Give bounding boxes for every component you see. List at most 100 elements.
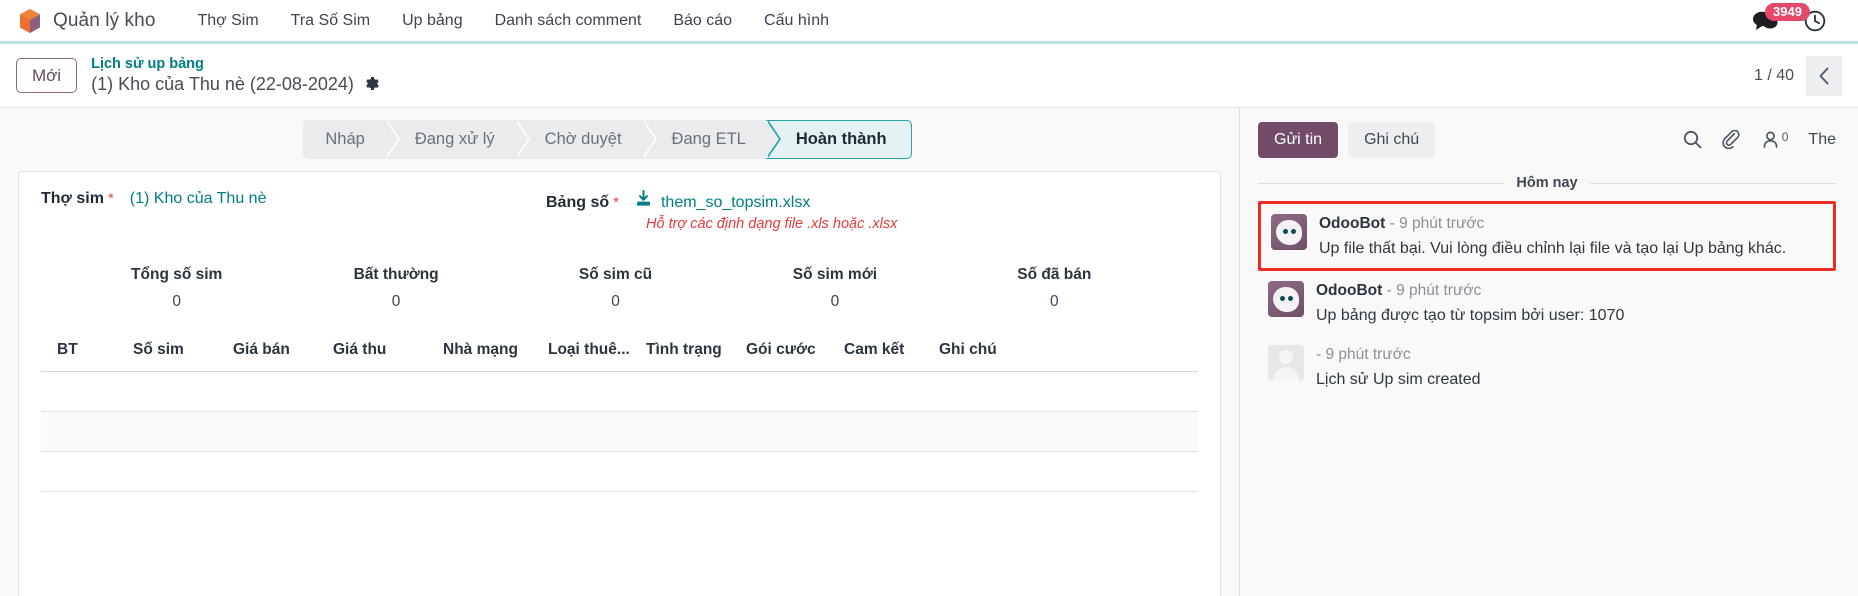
avatar	[1268, 345, 1304, 382]
message-thread: Hôm nay OdooBot - 9 phút trước Up file t…	[1240, 171, 1858, 596]
navbar-right-tools: 3949	[1752, 2, 1840, 32]
stat-so-da-ban: Số đã bán 0	[945, 266, 1164, 311]
col-loai-thue[interactable]: Loại thuê...	[548, 341, 646, 372]
message-timestamp: - 9 phút trước	[1389, 215, 1485, 232]
message-header: OdooBot - 9 phút trước	[1316, 281, 1828, 302]
search-icon[interactable]	[1683, 130, 1702, 149]
message-author: OdooBot	[1316, 282, 1383, 300]
new-record-button[interactable]: Mới	[16, 57, 78, 94]
breadcrumb-current-row: (1) Kho của Thu nè (22-08-2024)	[91, 73, 379, 96]
col-so-sim[interactable]: Số sim	[133, 341, 233, 372]
follow-button[interactable]: The	[1808, 131, 1836, 149]
statusbar: Nháp Đang xử lý Chờ duyệt Đang ETL Hoàn …	[303, 120, 912, 159]
content-area: Nháp Đang xử lý Chờ duyệt Đang ETL Hoàn …	[0, 108, 1858, 596]
field-bang-so: Bảng số * them_so_topsim.xlsx	[546, 190, 1198, 212]
stat-label: Số đã bán	[1017, 266, 1092, 283]
table-row[interactable]	[41, 451, 1198, 492]
separator-line-left	[1258, 182, 1505, 184]
message-body: OdooBot - 9 phút trước Up bảng được tạo …	[1316, 281, 1828, 327]
attachment-file-name[interactable]: them_so_topsim.xlsx	[661, 194, 810, 212]
message-header: OdooBot - 9 phút trước	[1319, 214, 1825, 235]
nav-links: Thợ Sim Tra Số Sim Up bảng Danh sách com…	[182, 12, 845, 30]
download-icon[interactable]	[635, 190, 652, 211]
followers-count: 0	[1781, 130, 1789, 144]
send-message-button[interactable]: Gửi tin	[1258, 121, 1339, 158]
col-cam-ket[interactable]: Cam kết	[844, 341, 939, 372]
col-ghi-chu[interactable]: Ghi chú	[939, 341, 1198, 372]
col-nha-mang[interactable]: Nhà mạng	[443, 341, 548, 372]
sim-list-table: BT Số sim Giá bán Giá thu Nhà mạng Loại …	[41, 341, 1198, 492]
stat-so-sim-moi: Số sim mới 0	[725, 266, 944, 311]
message-timestamp: - 9 phút trước	[1386, 282, 1482, 300]
messages-badge: 3949	[1765, 2, 1810, 21]
stat-label: Bất thường	[353, 266, 439, 283]
gear-icon[interactable]	[363, 74, 379, 96]
message-header: - 9 phút trước	[1316, 345, 1828, 366]
message-item[interactable]: OdooBot - 9 phút trước Up file thất bại.…	[1258, 201, 1836, 272]
chevron-left-icon	[1819, 67, 1829, 84]
thread-day-separator: Hôm nay	[1258, 175, 1836, 191]
form-sheet: Thợ sim * (1) Kho của Thu nè Bảng số * t…	[18, 171, 1221, 596]
nav-link-up-bang[interactable]: Up bảng	[386, 12, 479, 30]
col-gia-ban[interactable]: Giá bán	[233, 341, 333, 372]
pager: 1 / 40	[1753, 55, 1842, 96]
pager-previous-button[interactable]	[1806, 55, 1842, 96]
control-panel: Mới Lịch sử up bảng (1) Kho của Thu nè (…	[0, 44, 1858, 108]
cube-icon	[18, 8, 42, 34]
form-sheet-wrapper: Thợ sim * (1) Kho của Thu nè Bảng số * t…	[0, 171, 1239, 596]
status-stage-dang-xu-ly[interactable]: Đang xử lý	[384, 120, 530, 159]
statusbar-row: Nháp Đang xử lý Chờ duyệt Đang ETL Hoàn …	[0, 108, 1239, 171]
nav-link-tho-sim[interactable]: Thợ Sim	[182, 12, 275, 30]
separator-line-right	[1589, 182, 1836, 184]
stat-value: 0	[1050, 293, 1059, 310]
user-outline-icon	[1763, 131, 1778, 148]
stat-value: 0	[830, 293, 840, 310]
chatter-toolbar: Gửi tin Ghi chú 0 The	[1240, 108, 1858, 171]
status-stage-cho-duyet[interactable]: Chờ duyệt	[514, 120, 657, 159]
message-author: OdooBot	[1319, 215, 1386, 232]
stat-bat-thuong: Bất thường 0	[286, 266, 505, 311]
stat-value: 0	[391, 293, 401, 310]
field-tho-sim: Thợ sim * (1) Kho của Thu nè	[41, 190, 546, 208]
brand-name: Quản lý kho	[53, 9, 156, 31]
nav-link-tra-so-sim[interactable]: Tra Số Sim	[275, 12, 386, 30]
message-body: - 9 phút trước Lịch sử Up sim created	[1316, 345, 1828, 391]
field-tho-sim-value[interactable]: (1) Kho của Thu nè	[130, 190, 267, 208]
brand[interactable]: Quản lý kho	[18, 8, 156, 34]
breadcrumb-current: (1) Kho của Thu nè (22-08-2024)	[91, 74, 354, 95]
form-column-left: Thợ sim * (1) Kho của Thu nè	[41, 190, 546, 232]
col-tinh-trang[interactable]: Tình trạng	[646, 341, 746, 372]
stat-label: Tổng số sim	[131, 266, 223, 283]
avatar	[1268, 281, 1304, 318]
avatar	[1271, 214, 1307, 250]
col-gia-thu[interactable]: Giá thu	[333, 341, 443, 372]
status-stage-nhap[interactable]: Nháp	[303, 120, 401, 159]
paperclip-icon[interactable]	[1722, 130, 1741, 149]
breadcrumb-parent[interactable]: Lịch sử up bảng	[91, 55, 379, 73]
form-field-row: Thợ sim * (1) Kho của Thu nè Bảng số * t…	[41, 190, 1198, 232]
log-note-button[interactable]: Ghi chú	[1348, 121, 1436, 158]
stat-value: 0	[611, 293, 620, 310]
nav-link-danh-sach-comment[interactable]: Danh sách comment	[479, 12, 658, 30]
col-goi-cuoc[interactable]: Gói cước	[746, 341, 844, 372]
form-pane: Nháp Đang xử lý Chờ duyệt Đang ETL Hoàn …	[0, 108, 1240, 596]
field-bang-so-label: Bảng số	[546, 194, 610, 211]
nav-link-cau-hinh[interactable]: Cấu hình	[748, 12, 845, 30]
status-stage-dang-etl[interactable]: Đang ETL	[641, 120, 782, 159]
stats-row: Tổng số sim 0 Bất thường 0 Số sim cũ 0 S…	[41, 266, 1198, 311]
table-row[interactable]	[41, 411, 1198, 452]
form-column-right: Bảng số * them_so_topsim.xlsx Hỗ trợ các…	[546, 190, 1198, 232]
table-row[interactable]	[41, 371, 1198, 412]
message-item[interactable]: - 9 phút trước Lịch sử Up sim created	[1258, 335, 1836, 399]
col-bt[interactable]: BT	[41, 341, 133, 372]
field-tho-sim-label: Thợ sim	[41, 190, 104, 207]
breadcrumb: Lịch sử up bảng (1) Kho của Thu nè (22-0…	[91, 55, 379, 96]
messages-button[interactable]: 3949	[1752, 2, 1810, 32]
message-item[interactable]: OdooBot - 9 phút trước Up bảng được tạo …	[1258, 271, 1836, 335]
chatter-tools: 0 The	[1683, 130, 1836, 149]
stat-tong-so-sim: Tổng số sim 0	[67, 266, 286, 311]
status-stage-hoan-thanh[interactable]: Hoàn thành	[765, 120, 912, 159]
pager-counter: 1 / 40	[1753, 66, 1794, 84]
followers-button[interactable]: 0	[1761, 130, 1789, 149]
nav-link-bao-cao[interactable]: Báo cáo	[657, 12, 748, 30]
